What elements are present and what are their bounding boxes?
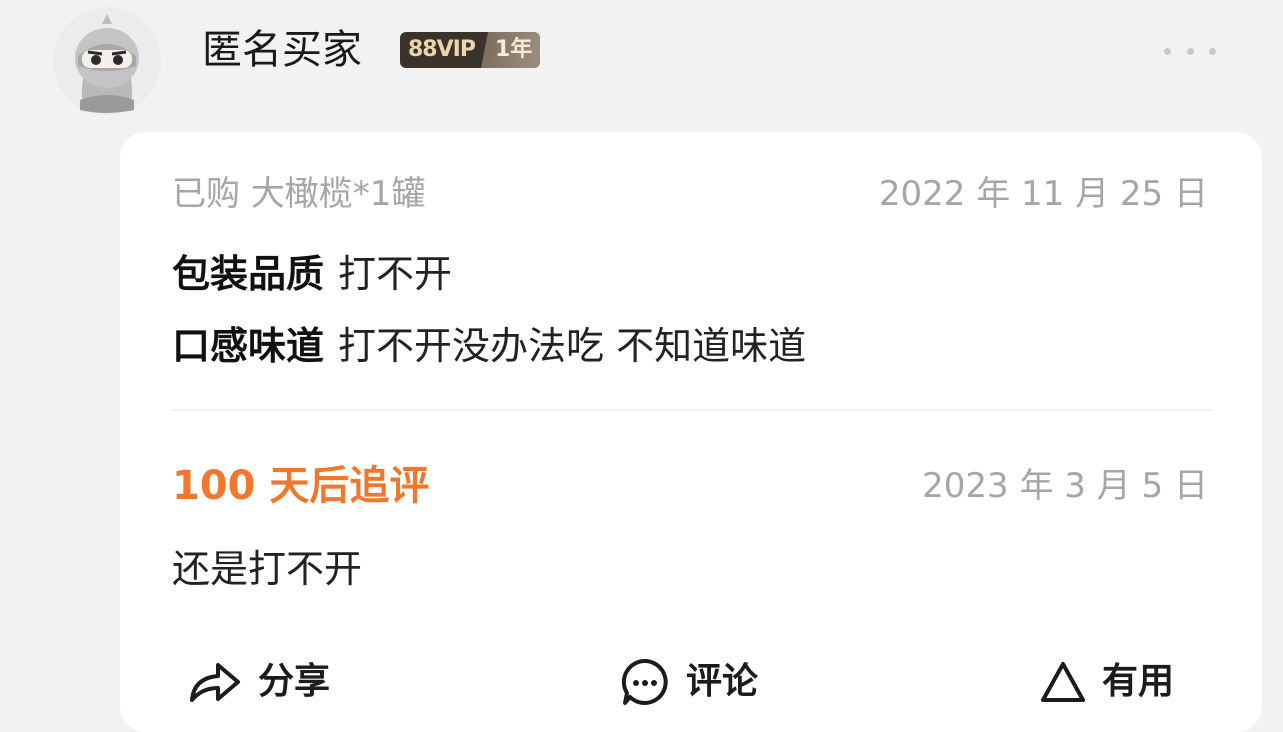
more-icon[interactable]	[1164, 44, 1216, 58]
followup-title: 100 天后追评	[172, 463, 430, 509]
anonymous-avatar-icon[interactable]	[52, 6, 162, 116]
vip-years: 1年	[480, 32, 541, 68]
more-dot	[1164, 47, 1171, 55]
more-dot	[1209, 47, 1216, 55]
comment-icon	[621, 658, 668, 705]
review-line-key: 包装品质	[172, 252, 325, 296]
vip-badge: 88VIP 1年	[400, 32, 541, 68]
review-line-value: 打不开没办法吃 不知道味道	[338, 324, 807, 368]
followup-text: 还是打不开	[172, 547, 363, 591]
useful-icon	[1041, 662, 1085, 702]
username: 匿名买家	[202, 27, 362, 73]
divider	[172, 409, 1212, 411]
review-line-packaging: 包装品质 打不开	[172, 250, 452, 298]
share-icon	[190, 663, 240, 702]
review-card: 已购 大橄榄*1罐 2022 年 11 月 25 日 包装品质 打不开 口感味道打…	[120, 132, 1262, 732]
useful-label: 有用	[1102, 661, 1175, 702]
vip-label: 88VIP	[408, 37, 476, 62]
review-line-key: 口感味道	[172, 324, 325, 368]
more-dot	[1186, 47, 1194, 55]
purchase-info: 已购 大橄榄*1罐	[172, 174, 426, 214]
followup-date: 2023 年 3 月 5 日	[922, 466, 1208, 506]
share-button[interactable]: 分享	[188, 652, 330, 712]
review-line-taste: 口感味道 打不开没办法吃 不知道味道	[172, 322, 806, 370]
review-line-value: 打不开	[338, 252, 453, 296]
comment-button[interactable]: 评论	[620, 652, 758, 712]
useful-button[interactable]: 有用	[1040, 652, 1174, 712]
share-label: 分享	[258, 661, 331, 702]
review-date: 2022 年 11 月 25 日	[878, 174, 1208, 214]
review-header: 匿名买家 88VIP 1年	[0, 0, 1283, 130]
comment-label: 评论	[686, 661, 759, 702]
